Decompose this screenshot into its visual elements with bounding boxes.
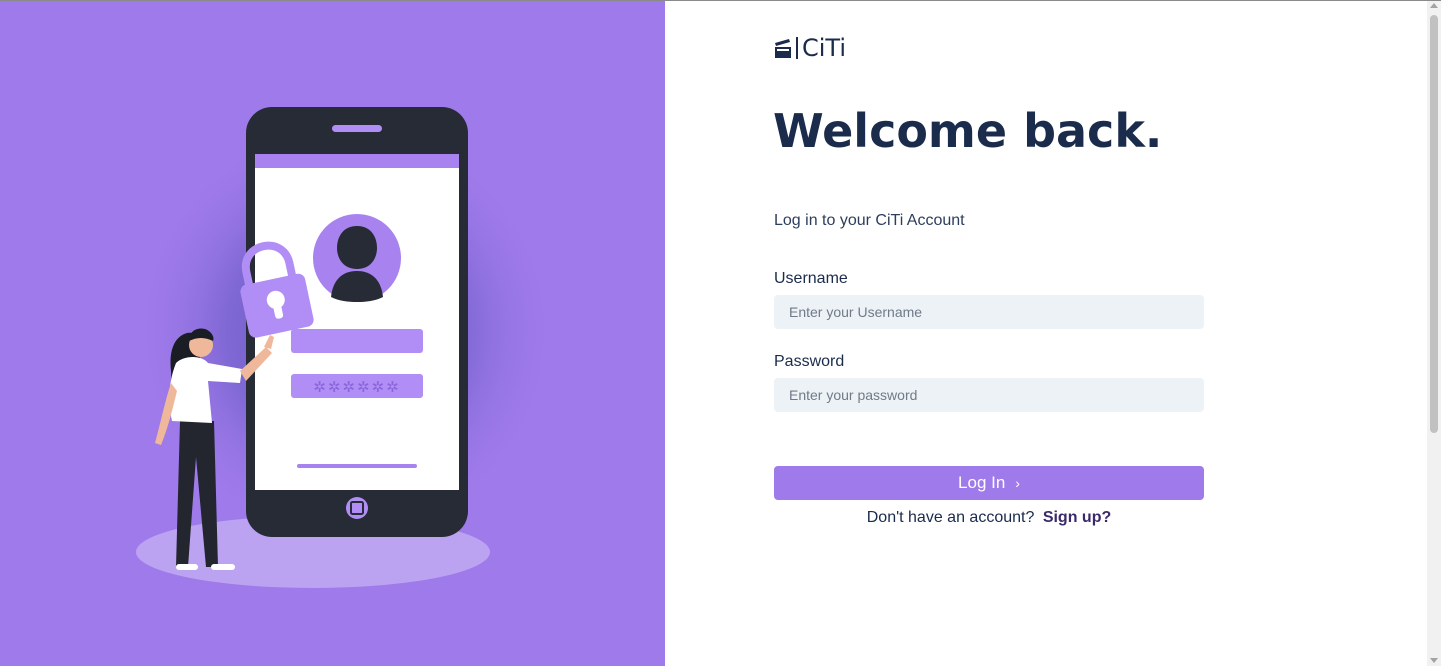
login-panel: CiTi Welcome back. Log in to your CiTi A… (665, 1, 1427, 666)
chevron-right-icon: › (1015, 475, 1020, 491)
scrollbar-thumb[interactable] (1430, 15, 1438, 433)
logo-text: CiTi (802, 34, 847, 62)
brand-logo: CiTi (774, 34, 846, 62)
scroll-down-arrow-icon[interactable] (1430, 658, 1438, 663)
password-label: Password (774, 353, 845, 370)
logo-divider (796, 37, 798, 59)
user-avatar-icon (313, 214, 401, 302)
illustration-masked-password: ✲✲✲✲✲✲ (313, 378, 400, 396)
password-input[interactable] (774, 378, 1204, 412)
vertical-scrollbar[interactable] (1427, 1, 1441, 666)
login-button[interactable]: Log In › (774, 466, 1204, 500)
login-button-label: Log In (958, 473, 1006, 492)
signup-link[interactable]: Sign up? (1043, 509, 1111, 526)
username-label: Username (774, 270, 848, 287)
scroll-up-arrow-icon[interactable] (1430, 3, 1438, 8)
username-input[interactable] (774, 295, 1204, 329)
login-page: ✲✲✲✲✲✲ CiTi Welcome back. Log in to your… (0, 0, 1441, 666)
illustration-panel: ✲✲✲✲✲✲ (0, 1, 665, 666)
signup-prompt: Don't have an account? (866, 509, 1035, 526)
signup-row: Don't have an account? Sign up? (774, 508, 1204, 528)
login-illustration: ✲✲✲✲✲✲ (130, 107, 560, 588)
clapperboard-icon (775, 39, 791, 58)
illustration-username-bar (291, 329, 423, 353)
page-title: Welcome back. (773, 104, 1163, 158)
page-subtitle: Log in to your CiTi Account (774, 212, 965, 229)
